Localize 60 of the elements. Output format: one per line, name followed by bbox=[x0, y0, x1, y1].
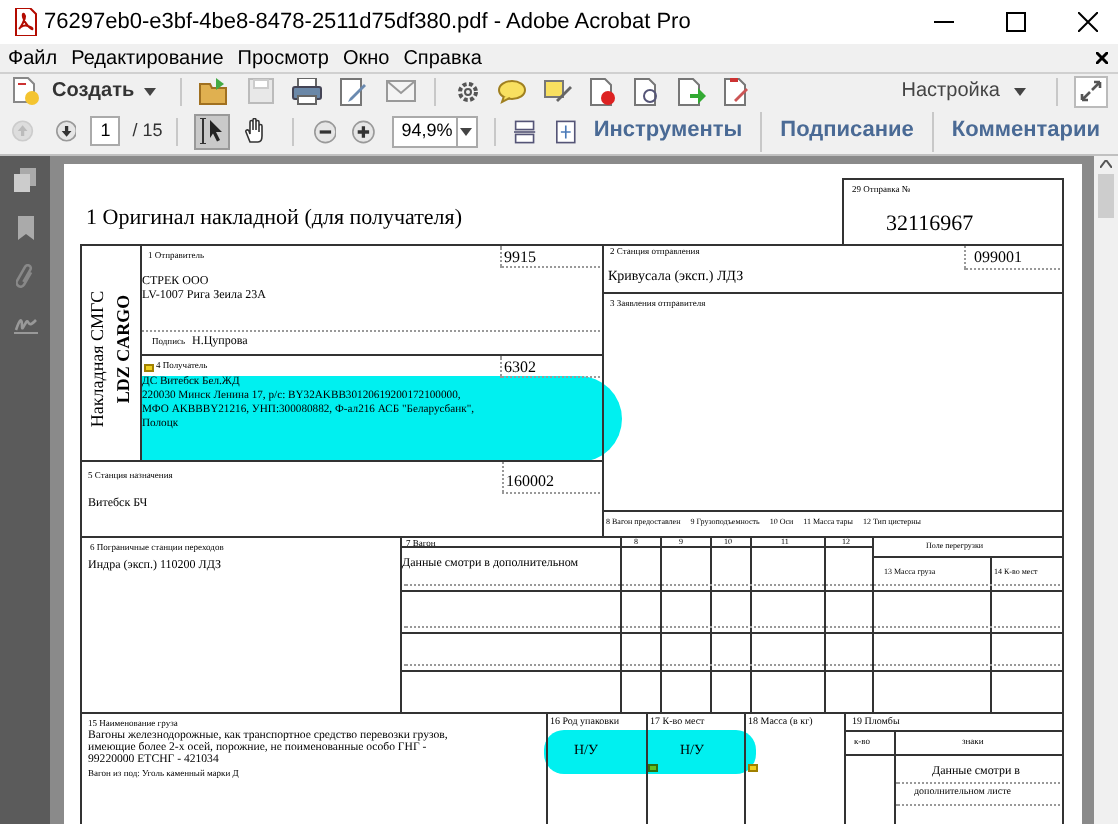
bookmark-icon[interactable] bbox=[17, 216, 33, 240]
cursor-icon bbox=[200, 118, 225, 144]
menu-item[interactable]: Просмотр bbox=[237, 43, 329, 73]
document-search-icon[interactable] bbox=[634, 77, 661, 105]
scroll-up-icon[interactable] bbox=[1100, 160, 1112, 168]
scroll-mode-icon[interactable] bbox=[514, 117, 537, 145]
highlight-pen-icon[interactable] bbox=[544, 78, 573, 104]
close-icon[interactable] bbox=[1078, 12, 1098, 32]
select-tool-button[interactable] bbox=[194, 113, 231, 149]
caret-icon bbox=[144, 87, 157, 95]
shipment-number: 32116967 bbox=[886, 214, 974, 236]
page-down-icon[interactable] bbox=[55, 118, 77, 144]
zoom-out-icon[interactable] bbox=[313, 117, 337, 145]
panel-tab[interactable]: Подписание bbox=[762, 108, 932, 154]
note-icon bbox=[648, 764, 658, 772]
close-icon[interactable] bbox=[1096, 52, 1108, 64]
document-heading: 1 Оригинал накладной (для получателя) bbox=[86, 208, 463, 230]
menu-item[interactable]: Справка bbox=[403, 43, 482, 73]
field-code: 160002 bbox=[506, 474, 554, 490]
note-icon bbox=[144, 364, 154, 372]
document-export-icon[interactable] bbox=[678, 77, 707, 105]
zoom-field[interactable]: 94,9% bbox=[391, 115, 458, 147]
paperclip-icon[interactable] bbox=[16, 264, 34, 290]
maximize-icon[interactable] bbox=[1006, 12, 1026, 32]
field-code: 6302 bbox=[504, 360, 536, 376]
customize-button[interactable]: Настройка bbox=[901, 75, 1026, 107]
page-number-field[interactable]: 1 bbox=[90, 116, 121, 146]
fit-page-icon[interactable] bbox=[556, 117, 576, 145]
document-sign-icon[interactable] bbox=[724, 77, 751, 105]
scroll-thumb[interactable] bbox=[1098, 174, 1114, 218]
menu-item[interactable]: Окно bbox=[342, 43, 390, 73]
hand-icon bbox=[244, 118, 269, 144]
caret-icon bbox=[1014, 87, 1026, 95]
pdf-file-icon bbox=[14, 8, 38, 36]
panel-tab[interactable]: Инструменты bbox=[575, 108, 761, 154]
side-title: Накладная СМГС bbox=[89, 290, 107, 428]
menu-item[interactable]: Файл bbox=[8, 43, 58, 73]
panel-tab[interactable]: Комментарии bbox=[933, 108, 1118, 154]
open-folder-icon[interactable] bbox=[198, 77, 231, 105]
menu-item[interactable]: Редактирование bbox=[71, 43, 224, 73]
printer-icon[interactable] bbox=[292, 77, 323, 105]
document-delete-icon[interactable] bbox=[590, 77, 617, 105]
speech-bubble-icon[interactable] bbox=[498, 79, 527, 103]
envelope-icon[interactable] bbox=[386, 80, 417, 102]
window-title: 76297eb0-e3bf-4be8-8478-2511d75df380.pdf - Adobe Acrobat Pro bbox=[44, 7, 691, 38]
create-button[interactable]: Создать bbox=[12, 75, 157, 107]
pages-icon[interactable] bbox=[14, 168, 36, 192]
expand-icon bbox=[1080, 80, 1102, 102]
expand-button[interactable] bbox=[1074, 75, 1108, 107]
gear-icon[interactable] bbox=[456, 79, 481, 103]
document-create-icon bbox=[12, 76, 40, 106]
caret-icon bbox=[460, 127, 473, 135]
edit-document-icon[interactable] bbox=[340, 77, 369, 105]
note-icon bbox=[748, 764, 758, 772]
side-title: LDZ CARGO bbox=[115, 294, 133, 404]
field-code: 099001 bbox=[974, 250, 1022, 266]
zoom-in-icon[interactable] bbox=[352, 117, 376, 145]
zoom-dropdown-button[interactable] bbox=[457, 115, 478, 147]
page-count: / 15 bbox=[132, 117, 163, 144]
field-code: 9915 bbox=[504, 250, 536, 266]
